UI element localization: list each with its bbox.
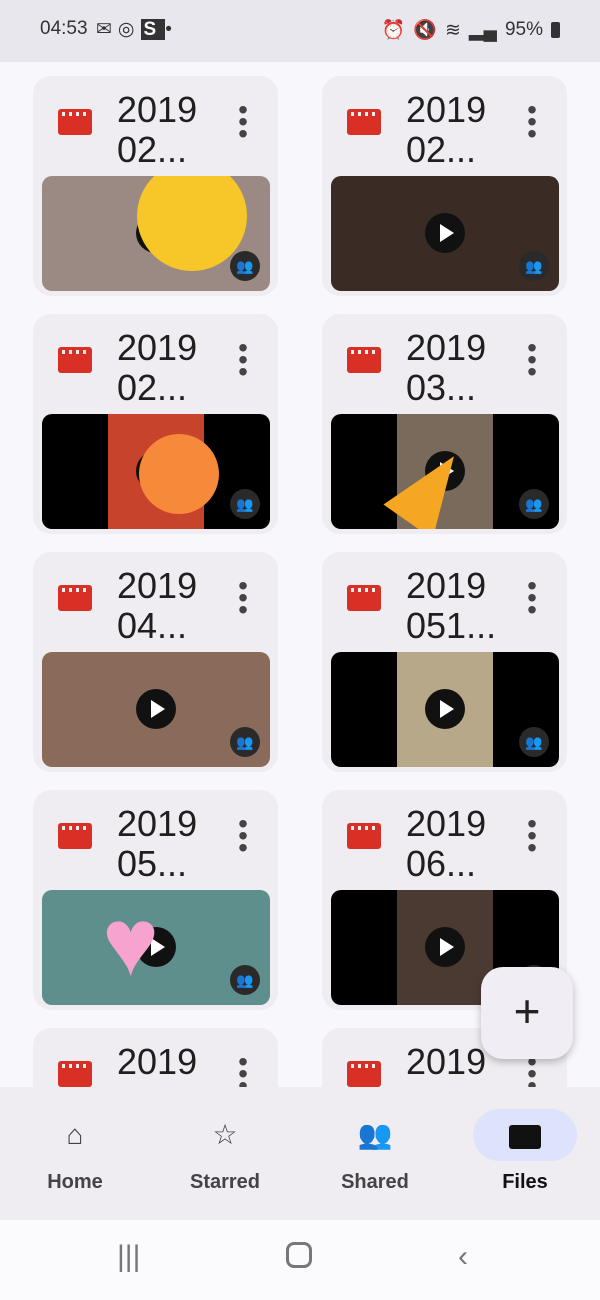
nav-starred[interactable]: ☆ Starred	[150, 1087, 300, 1220]
shared-icon: 👥	[519, 251, 549, 281]
file-card[interactable]: 2019 02... • • • 👥	[322, 76, 567, 296]
star-icon: ☆	[212, 1119, 238, 1150]
play-icon	[136, 213, 176, 253]
nav-label: Shared	[341, 1171, 409, 1193]
alarm-icon: ⏰	[381, 20, 406, 41]
back-icon[interactable]: ‹	[458, 1240, 468, 1274]
more-options-button[interactable]: • • •	[233, 334, 253, 386]
home-icon[interactable]	[286, 1242, 312, 1268]
system-navigation: ||| ‹	[0, 1220, 600, 1300]
file-name: 2019 03...	[406, 328, 487, 404]
file-card[interactable]: 2019 03... • • • 👥	[322, 314, 567, 534]
bottom-navigation: ⌂ Home ☆ Starred 👥 Shared Files	[0, 1087, 600, 1220]
shared-icon: 👥	[230, 727, 260, 757]
file-name: 2019 02...	[406, 90, 487, 166]
file-card[interactable]: 2019 02... • • • 👥	[33, 76, 278, 296]
more-options-button[interactable]: • • •	[522, 334, 542, 386]
video-file-icon	[58, 1061, 92, 1087]
shared-icon: 👥	[230, 489, 260, 519]
file-card[interactable]: 2019 ••• 👥	[33, 1028, 278, 1087]
status-bar: 04:53 ✉◎ S • ⏰ 🔇 ≋ ▂▄ 95%	[0, 0, 600, 62]
file-name: 2019	[117, 1042, 198, 1082]
nav-home[interactable]: ⌂ Home	[0, 1087, 150, 1220]
shared-icon: 👥	[519, 489, 549, 519]
more-options-button[interactable]: • • •	[233, 572, 253, 624]
more-options-button[interactable]: • • •	[522, 810, 542, 862]
system-icons: ⏰ 🔇 ≋ ▂▄ 95%	[382, 18, 560, 42]
file-card[interactable]: 2019 05... • • • 👥 ♥	[33, 790, 278, 1010]
video-file-icon	[347, 823, 381, 849]
video-thumbnail[interactable]: 👥	[331, 176, 559, 291]
video-thumbnail[interactable]: 👥	[331, 652, 559, 767]
more-options-button[interactable]: • • •	[233, 96, 253, 148]
folder-icon	[473, 1109, 577, 1161]
file-grid: 2019 02... • • • 👥 2019 02... • • • 👥 2019 0…	[0, 62, 600, 1087]
video-file-icon	[58, 109, 92, 135]
mute-icon: 🔇	[413, 20, 437, 41]
video-thumbnail[interactable]: 👥	[331, 414, 559, 529]
shared-icon: 👥	[230, 965, 260, 995]
video-file-icon	[58, 585, 92, 611]
more-options-button[interactable]: • • •	[233, 810, 253, 862]
file-name: 2019 051...	[406, 566, 497, 642]
video-file-icon	[347, 347, 381, 373]
recent-apps-icon[interactable]: |||	[117, 1240, 140, 1274]
nav-shared[interactable]: 👥 Shared	[300, 1087, 450, 1220]
file-card[interactable]: 2019 04... • • • 👥	[33, 552, 278, 772]
nav-label: Starred	[189, 1171, 261, 1193]
file-name: 2019 06...	[406, 804, 487, 880]
more-options-button[interactable]: • • •	[522, 572, 542, 624]
nav-label: Home	[47, 1171, 103, 1193]
play-icon	[425, 213, 465, 253]
video-file-icon	[347, 585, 381, 611]
play-icon	[136, 451, 176, 491]
notification-icons: ✉◎ S •	[96, 19, 178, 40]
video-thumbnail[interactable]: 👥	[42, 652, 270, 767]
nav-label: Files	[502, 1171, 548, 1193]
play-icon	[136, 927, 176, 967]
video-thumbnail[interactable]: 👥 ♥	[42, 890, 270, 1005]
video-thumbnail[interactable]: 👥	[42, 414, 270, 529]
play-icon	[425, 689, 465, 729]
more-options-button[interactable]: • • •	[522, 1048, 542, 1088]
video-file-icon	[347, 109, 381, 135]
shared-icon: 👥	[519, 727, 549, 757]
home-icon: ⌂	[66, 1119, 84, 1150]
play-icon	[425, 451, 465, 491]
file-card[interactable]: 2019 02... • • • 👥	[33, 314, 278, 534]
clock: 04:53	[40, 18, 88, 39]
file-name: 2019 02...	[117, 328, 198, 404]
signal-icon: ▂▄	[468, 19, 497, 41]
file-name: 2019 04...	[117, 566, 198, 642]
file-name: 2019 02...	[117, 90, 198, 166]
more-options-button[interactable]: • • •	[233, 1048, 253, 1088]
video-file-icon	[58, 347, 92, 373]
more-options-button[interactable]: • • •	[522, 96, 542, 148]
play-icon	[136, 689, 176, 729]
wifi-icon: ≋	[444, 19, 461, 41]
battery-icon	[551, 22, 560, 38]
nav-files[interactable]: Files	[450, 1087, 600, 1220]
battery-level: 95%	[504, 19, 543, 40]
new-button[interactable]: +	[481, 967, 573, 1059]
file-name: 2019 05...	[117, 804, 198, 880]
people-icon: 👥	[357, 1119, 393, 1150]
play-icon	[425, 927, 465, 967]
video-thumbnail[interactable]: 👥	[42, 176, 270, 291]
file-card[interactable]: 2019 051... • • • 👥	[322, 552, 567, 772]
shared-icon: 👥	[230, 251, 260, 281]
video-file-icon	[58, 823, 92, 849]
video-file-icon	[347, 1061, 381, 1087]
